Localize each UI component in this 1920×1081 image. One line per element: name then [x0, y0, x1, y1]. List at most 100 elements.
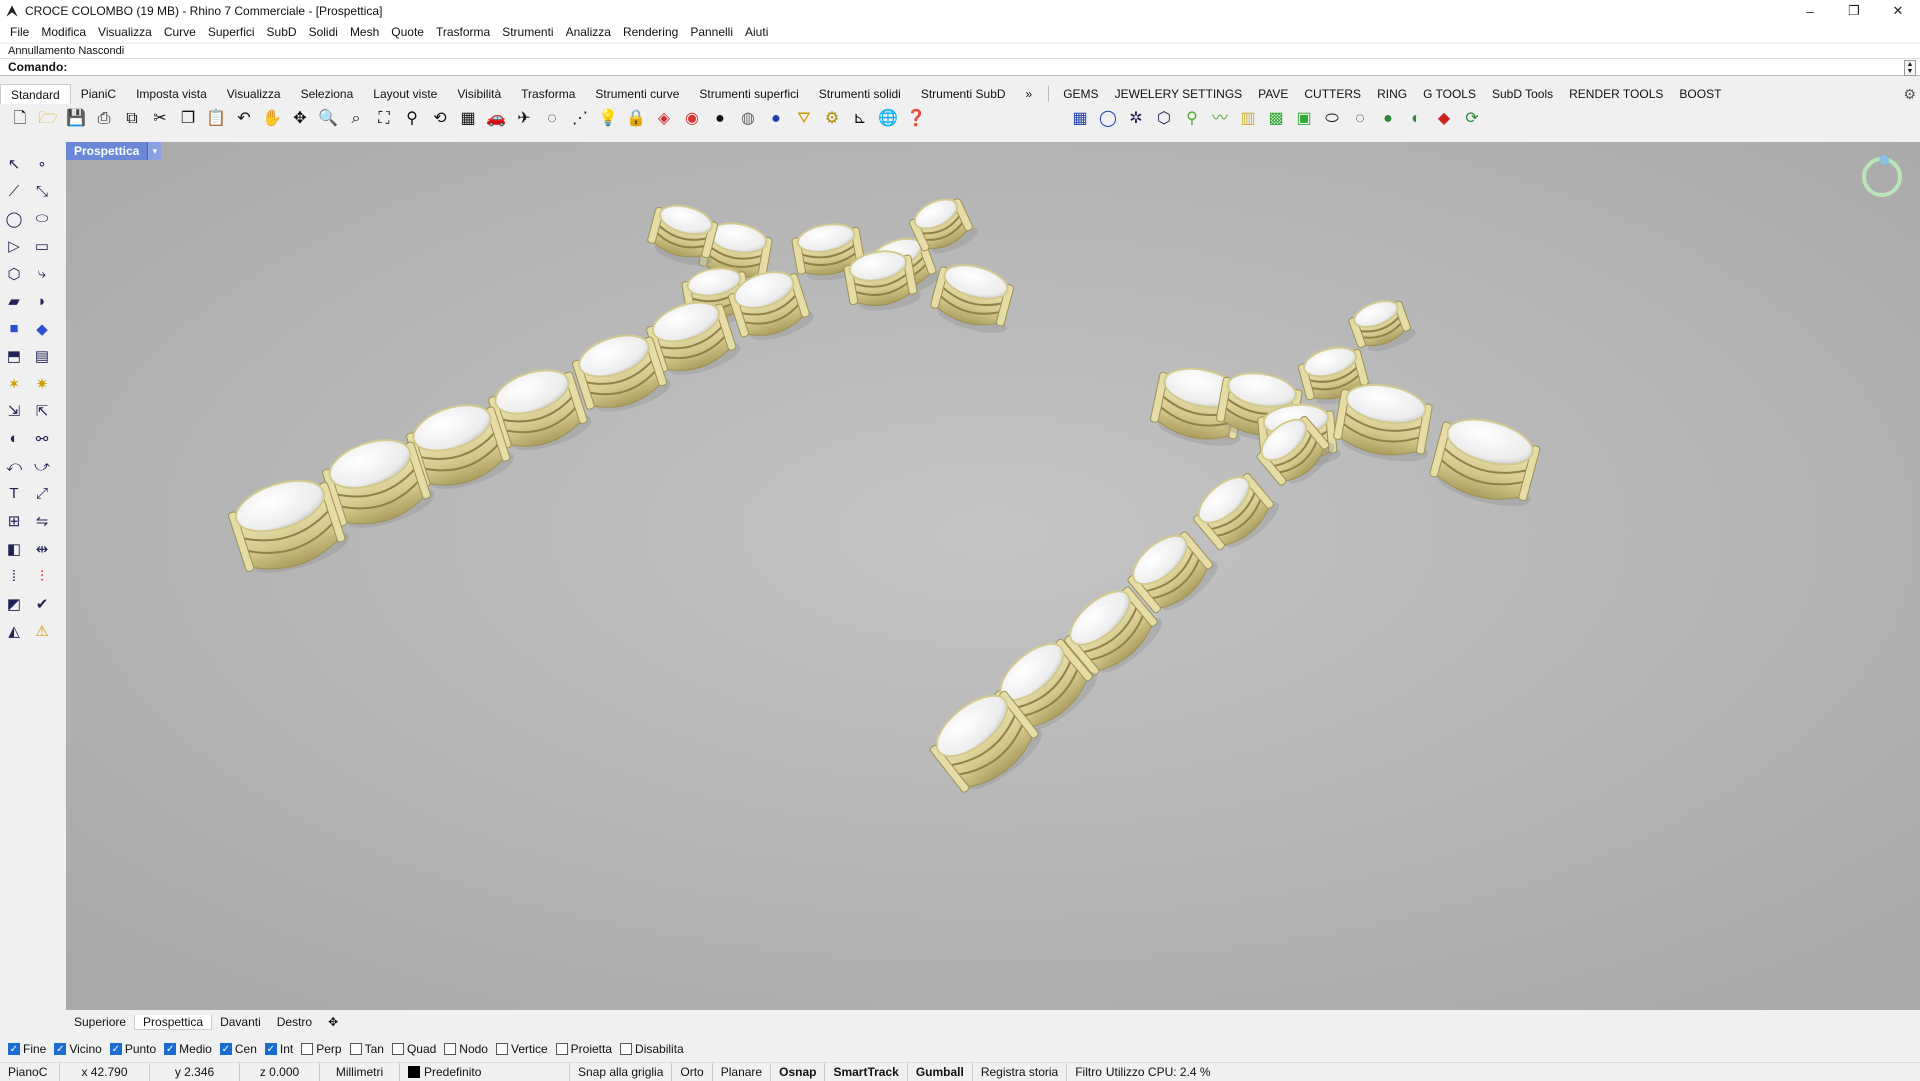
polygon-icon[interactable]: ⬡ [0, 262, 28, 286]
toggle-gumball[interactable]: Gumball [908, 1062, 973, 1081]
curve-gem-icon[interactable]: 〰 [1208, 107, 1232, 131]
green-sphere-icon[interactable]: ● [1376, 107, 1400, 131]
dimension-icon[interactable]: ⊾ [848, 107, 872, 131]
minimize-button[interactable]: – [1788, 0, 1832, 22]
tabs-overflow-button[interactable]: » [1016, 84, 1043, 104]
dimension-line-icon[interactable]: ⇹ [28, 537, 56, 561]
ellipse-icon[interactable]: ⬭ [28, 207, 56, 231]
menu-modifica[interactable]: Modifica [35, 25, 92, 39]
tab-strumenti-superfici[interactable]: Strumenti superfici [689, 84, 808, 104]
dotted-ring-icon[interactable]: ◌ [1348, 107, 1372, 131]
tab-davanti[interactable]: Davanti [212, 1015, 269, 1029]
menu-visualizza[interactable]: Visualizza [92, 25, 158, 39]
extrude-icon[interactable]: ⬒ [0, 344, 28, 368]
render-sphere-icon[interactable]: ● [764, 107, 788, 131]
move-view-icon[interactable]: ✥ [288, 107, 312, 131]
copy-move-icon[interactable]: ⇱ [28, 399, 56, 423]
curve-points-icon[interactable]: ⤡ [28, 179, 56, 203]
zoom-extents-icon[interactable]: ⛶ [372, 107, 396, 131]
scale-icon[interactable]: ⤢ [28, 482, 56, 506]
polyline-icon[interactable]: ⟋ [0, 179, 28, 203]
viewport-name[interactable]: Prospettica [66, 142, 148, 160]
tab-cutters[interactable]: CUTTERS [1296, 84, 1369, 104]
paste-icon[interactable]: 📋 [204, 107, 228, 131]
toggle-snap-grid[interactable]: Snap alla griglia [570, 1062, 673, 1081]
warning-icon[interactable]: ⚠ [28, 619, 56, 643]
zoom-icon[interactable]: 🔍 [316, 107, 340, 131]
tab-prospettica[interactable]: Prospettica [134, 1014, 213, 1030]
globe-icon[interactable]: 🌐 [876, 107, 900, 131]
tab-jewelery-settings[interactable]: JEWELERY SETTINGS [1107, 84, 1251, 104]
draft-icon[interactable]: ◩ [0, 592, 28, 616]
select-arrow-icon[interactable]: ↖ [0, 152, 28, 176]
analyze-icon[interactable]: ◧ [0, 537, 28, 561]
menu-file[interactable]: File [4, 25, 35, 39]
osnap-tan[interactable]: Tan [349, 1042, 384, 1056]
lock-icon[interactable]: 🔒 [624, 107, 648, 131]
surface-icon[interactable]: ▰ [0, 289, 28, 313]
copy-icon[interactable]: ❐ [176, 107, 200, 131]
osnap-checkbox[interactable]: ✓ [8, 1043, 20, 1055]
toggle-planare[interactable]: Planare [713, 1062, 772, 1081]
menu-quote[interactable]: Quote [385, 25, 430, 39]
circle-icon[interactable]: ◯ [0, 207, 28, 231]
light-bulb-icon[interactable]: 💡 [596, 107, 620, 131]
toggle-osnap[interactable]: Osnap [771, 1062, 826, 1081]
perspective-viewport[interactable]: Prospettica ▾ [66, 142, 1920, 1010]
render-object-icon[interactable]: ◭ [0, 619, 28, 643]
command-input[interactable] [71, 60, 1872, 74]
undo-icon[interactable]: ↶ [232, 107, 256, 131]
bezel-setting-icon[interactable]: ⬡ [1152, 107, 1176, 131]
layer-icon[interactable]: ◈ [652, 107, 676, 131]
osnap-vicino[interactable]: ✓ Vicino [54, 1042, 102, 1056]
osnap-checkbox[interactable]: ✓ [164, 1043, 177, 1055]
toggle-orto[interactable]: Orto [672, 1062, 713, 1081]
toggle-registra-storia[interactable]: Registra storia [973, 1062, 1068, 1081]
tab-superiore[interactable]: Superiore [66, 1015, 134, 1029]
tab-ring[interactable]: RING [1369, 84, 1415, 104]
menu-trasforma[interactable]: Trasforma [430, 25, 496, 39]
tab-trasforma[interactable]: Trasforma [511, 84, 585, 104]
tab-g-tools[interactable]: G TOOLS [1415, 84, 1484, 104]
red-green-icon[interactable]: ◆ [1432, 107, 1456, 131]
osnap-checkbox[interactable] [495, 1043, 508, 1055]
ruler-icon[interactable]: ⫶ [28, 564, 56, 588]
command-scroll-arrows[interactable]: ▲ ▼ [1904, 60, 1916, 76]
tab-gems[interactable]: GEMS [1055, 84, 1106, 104]
box-solid-icon[interactable]: ■ [0, 317, 28, 341]
rectangle-icon[interactable]: ▭ [28, 234, 56, 258]
box-gem-icon[interactable]: ▥ [1236, 107, 1260, 131]
menu-strumenti[interactable]: Strumenti [496, 25, 559, 39]
osnap-checkbox[interactable] [620, 1043, 633, 1055]
osnap-int[interactable]: ✓ Int [264, 1042, 293, 1056]
osnap-checkbox[interactable] [444, 1043, 457, 1055]
check-icon[interactable]: ✔ [28, 592, 56, 616]
menu-aiuti[interactable]: Aiuti [739, 25, 774, 39]
viewport-layout-icon[interactable]: ▦ [456, 107, 480, 131]
boolean-icon[interactable]: ◆ [28, 317, 56, 341]
osnap-checkbox[interactable]: ✓ [219, 1043, 232, 1055]
tab-seleziona[interactable]: Seleziona [291, 84, 364, 104]
zoom-window-icon[interactable]: ⌕ [344, 107, 368, 131]
osnap-proietta[interactable]: Proietta [555, 1042, 612, 1056]
pave-icon[interactable]: ▩ [1264, 107, 1288, 131]
mesh-icon[interactable]: ✶ [0, 372, 28, 396]
osnap-cen[interactable]: ✓ Cen [219, 1042, 257, 1056]
tab-imposta-vista[interactable]: Imposta vista [126, 84, 217, 104]
tab-layout-viste[interactable]: Layout viste [363, 84, 447, 104]
pin-icon[interactable]: ⚲ [1180, 107, 1204, 131]
tab-subd-tools[interactable]: SubD Tools [1484, 84, 1561, 104]
point-icon[interactable]: ∘ [28, 152, 56, 176]
osnap-punto[interactable]: ✓ Punto [109, 1042, 156, 1056]
snap-points-icon[interactable]: ⋰ [568, 107, 592, 131]
status-layer[interactable]: Predefinito [400, 1062, 570, 1081]
viewport-label[interactable]: Prospettica ▾ [66, 142, 162, 160]
mirror-icon[interactable]: ⇋ [28, 509, 56, 533]
ring-outline-icon[interactable]: ◯ [1096, 107, 1120, 131]
join-icon[interactable]: ◐ [0, 427, 28, 451]
close-button[interactable]: ✕ [1876, 0, 1920, 22]
menu-curve[interactable]: Curve [158, 25, 202, 39]
menu-mesh[interactable]: Mesh [344, 25, 385, 39]
add-viewport-icon[interactable]: ✥ [320, 1015, 346, 1029]
pan-hand-icon[interactable]: ✋ [260, 107, 284, 131]
